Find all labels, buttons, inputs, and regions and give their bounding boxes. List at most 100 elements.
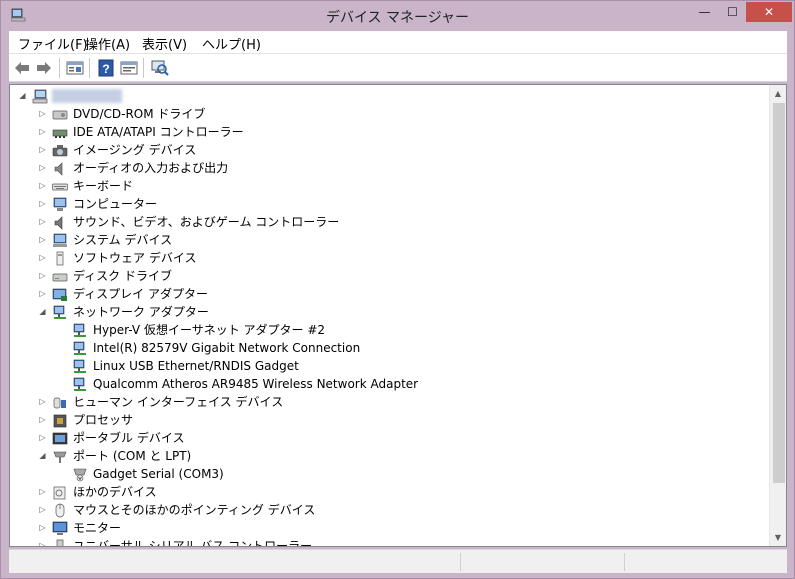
tree-item-label: オーディオの入力および出力 <box>73 161 229 175</box>
dvd-drive-icon <box>52 110 68 120</box>
tree-category[interactable]: ▷ ディスプレイ アダプター <box>10 285 760 303</box>
expand-icon[interactable]: ▷ <box>38 429 47 447</box>
tree-item-label: IDE ATA/ATAPI コントローラー <box>73 125 244 139</box>
expand-icon[interactable]: ▷ <box>38 483 47 501</box>
close-button[interactable]: ✕ <box>746 2 792 22</box>
status-cell <box>9 553 461 571</box>
help-icon[interactable]: ? <box>97 59 115 77</box>
camera-icon <box>52 145 68 157</box>
tree-category[interactable]: ▷ ユニバーサル シリアル バス コントローラー <box>10 537 760 547</box>
collapse-icon[interactable]: ◢ <box>38 303 47 321</box>
menu-action[interactable]: 操作(A) <box>85 34 130 53</box>
scan-hardware-icon[interactable] <box>151 59 169 77</box>
tree-category[interactable]: ▷ ソフトウェア デバイス <box>10 249 760 267</box>
tree-item-label: Gadget Serial (COM3) <box>93 467 224 481</box>
expand-icon[interactable]: ▷ <box>38 141 47 159</box>
computer-root-icon <box>32 89 48 104</box>
title-bar[interactable]: デバイス マネージャー — ☐ ✕ <box>1 1 794 31</box>
tree-item-label: サウンド、ビデオ、およびゲーム コントローラー <box>73 215 340 229</box>
hid-icon <box>53 397 66 409</box>
expand-icon[interactable]: ▷ <box>38 177 47 195</box>
tree-category[interactable]: ▷ ポータブル デバイス <box>10 429 760 447</box>
tree-category[interactable]: ▷ ヒューマン インターフェイス デバイス <box>10 393 760 411</box>
tree-category[interactable]: ◢ ネットワーク アダプター <box>10 303 760 321</box>
expand-icon[interactable]: ▷ <box>38 213 47 231</box>
tree-category[interactable]: ▷ DVD/CD-ROM ドライブ <box>10 105 760 123</box>
tree-device[interactable]: Gadget Serial (COM3) <box>10 465 760 483</box>
expand-icon[interactable]: ▷ <box>38 249 47 267</box>
tree-item-label: ポート (COM と LPT) <box>73 449 192 463</box>
tree-category[interactable]: ▷ モニター <box>10 519 760 537</box>
tree-category[interactable]: ▷ IDE ATA/ATAPI コントローラー <box>10 123 760 141</box>
update-view-icon[interactable] <box>120 59 138 77</box>
tree-category[interactable]: ▷ オーディオの入力および出力 <box>10 159 760 177</box>
expand-icon[interactable]: ▷ <box>38 195 47 213</box>
tree-item-label: システム デバイス <box>73 233 173 247</box>
expand-icon[interactable]: ▷ <box>38 159 47 177</box>
expand-icon[interactable]: ▷ <box>38 411 47 429</box>
expand-icon[interactable]: ▷ <box>38 519 47 537</box>
processor-icon <box>53 414 67 428</box>
network-adapter-icon <box>53 305 66 319</box>
device-manager-window: デバイス マネージャー — ☐ ✕ ファイル(F) 操作(A) 表示(V) ヘル… <box>0 0 795 579</box>
vertical-scrollbar[interactable]: ▲ ▼ <box>769 85 786 546</box>
usb-controller-icon <box>56 539 64 546</box>
tree-category[interactable]: ◢ ポート (COM と LPT) <box>10 447 760 465</box>
tree-item-label: ソフトウェア デバイス <box>73 251 197 265</box>
tree-item-label: ユニバーサル シリアル バス コントローラー <box>73 539 313 547</box>
ide-controller-icon <box>52 129 68 138</box>
tree-device[interactable]: Qualcomm Atheros AR9485 Wireless Network… <box>10 375 760 393</box>
scroll-down-icon[interactable]: ▼ <box>770 529 786 546</box>
status-cell <box>461 553 625 571</box>
mouse-icon <box>55 503 65 518</box>
tree-item-label: ネットワーク アダプター <box>73 305 209 319</box>
minimize-button[interactable]: — <box>690 2 719 22</box>
tree-item-label: ディスプレイ アダプター <box>73 287 208 301</box>
portable-device-icon <box>52 432 68 445</box>
tree-item-label: モニター <box>73 521 122 535</box>
tree-device[interactable]: Hyper-V 仮想イーサネット アダプター #2 <box>10 321 760 339</box>
tree-category[interactable]: ▷ プロセッサ <box>10 411 760 429</box>
expand-icon[interactable]: ▷ <box>38 537 47 546</box>
menu-help[interactable]: ヘルプ(H) <box>202 34 261 53</box>
tree-category[interactable]: ▷ システム デバイス <box>10 231 760 249</box>
nic-child-icon <box>73 323 86 337</box>
tree-item-label: ヒューマン インターフェイス デバイス <box>73 395 284 409</box>
menu-file[interactable]: ファイル(F) <box>18 34 88 53</box>
expand-icon[interactable]: ▷ <box>38 231 47 249</box>
expand-icon[interactable]: ▷ <box>38 393 47 411</box>
tree-item-label: Hyper-V 仮想イーサネット アダプター #2 <box>93 323 326 337</box>
back-arrow-icon[interactable] <box>13 59 31 77</box>
tree-category[interactable]: ▷ コンピューター <box>10 195 760 213</box>
scroll-thumb[interactable] <box>773 103 785 483</box>
collapse-icon[interactable]: ◢ <box>38 447 47 465</box>
display-adapter-icon <box>52 288 67 301</box>
device-tree[interactable]: ◢ ▷ DVD/CD-ROM ドライブ ▷ IDE ATA/ATAPI コントローラー… <box>9 84 787 547</box>
expand-icon[interactable]: ▷ <box>38 123 47 141</box>
collapse-icon[interactable]: ◢ <box>18 87 27 105</box>
tree-category[interactable]: ▷ マウスとそのほかのポインティング デバイス <box>10 501 760 519</box>
tree-device[interactable]: Intel(R) 82579V Gigabit Network Connecti… <box>10 339 760 357</box>
speaker-icon <box>54 162 63 176</box>
menu-view[interactable]: 表示(V) <box>142 34 187 53</box>
expand-icon[interactable]: ▷ <box>38 501 47 519</box>
tree-category[interactable]: ▷ ほかのデバイス <box>10 483 760 501</box>
tree-category[interactable]: ▷ サウンド、ビデオ、およびゲーム コントローラー <box>10 213 760 231</box>
tree-root[interactable]: ◢ <box>10 87 760 105</box>
nic-child-icon <box>73 341 86 355</box>
keyboard-icon <box>52 183 68 191</box>
tree-category[interactable]: ▷ イメージング デバイス <box>10 141 760 159</box>
tree-item-label: Intel(R) 82579V Gigabit Network Connecti… <box>93 341 361 355</box>
scroll-up-icon[interactable]: ▲ <box>770 85 786 102</box>
tree-category[interactable]: ▷ キーボード <box>10 177 760 195</box>
expand-icon[interactable]: ▷ <box>38 285 47 303</box>
expand-icon[interactable]: ▷ <box>38 267 47 285</box>
tree-item-label: ほかのデバイス <box>73 485 157 499</box>
maximize-button[interactable]: ☐ <box>719 2 746 22</box>
properties-icon[interactable] <box>66 59 84 77</box>
tree-item-label: イメージング デバイス <box>73 143 197 157</box>
tree-device[interactable]: Linux USB Ethernet/RNDIS Gadget <box>10 357 760 375</box>
tree-category[interactable]: ▷ ディスク ドライブ <box>10 267 760 285</box>
forward-arrow-icon[interactable] <box>35 59 53 77</box>
expand-icon[interactable]: ▷ <box>38 105 47 123</box>
